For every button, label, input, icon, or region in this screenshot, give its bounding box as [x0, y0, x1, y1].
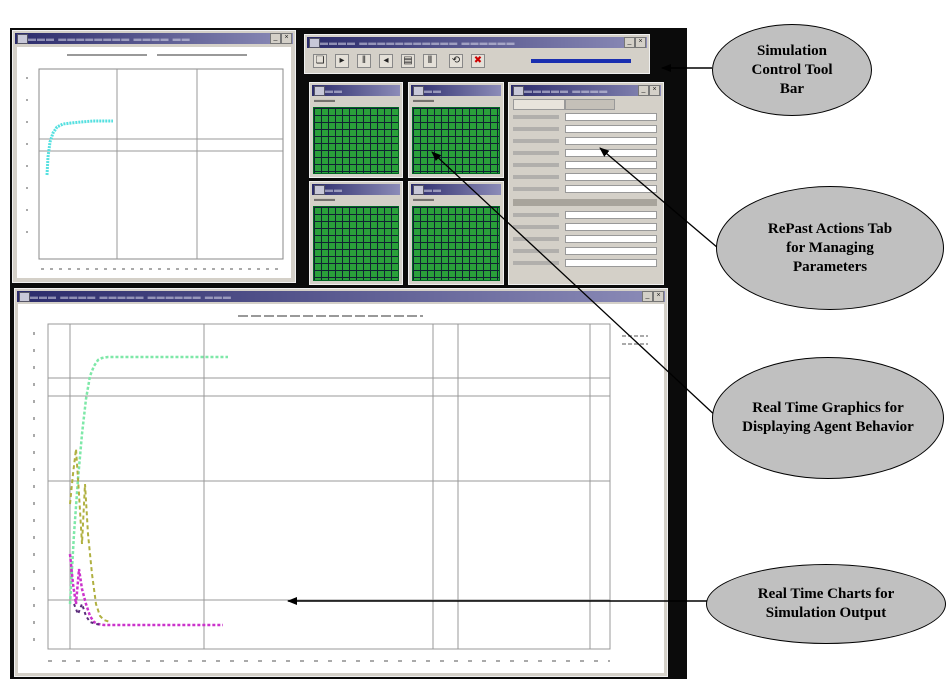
callout-actions-tab: RePast Actions Tab for Managing Paramete… [716, 186, 944, 310]
arrow-graphics [431, 151, 719, 419]
callout-toolbar: Simulation Control Tool Bar [712, 24, 872, 116]
callout-charts: Real Time Charts for Simulation Output [706, 564, 946, 644]
arrow-actions-tab [599, 147, 719, 249]
callout-graphics: Real Time Graphics for Displaying Agent … [712, 357, 944, 479]
